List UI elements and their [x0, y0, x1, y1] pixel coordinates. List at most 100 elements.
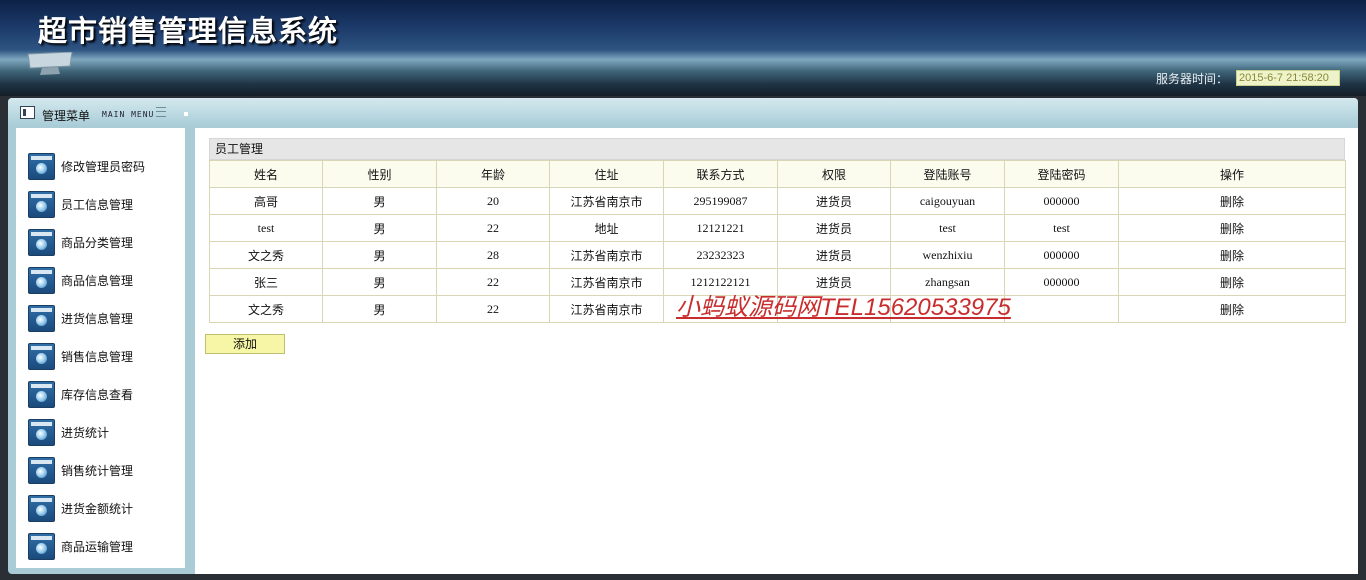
- window-icon: [28, 228, 55, 256]
- table-row: 文之秀 男 28 江苏省南京市 23232323 进货员 wenzhixiu 0…: [209, 241, 1346, 269]
- cell-name: 文之秀: [209, 295, 323, 323]
- cell-address: 江苏省南京市: [549, 268, 664, 296]
- table-row: test 男 22 地址 12121221 进货员 test test 删除: [209, 214, 1346, 242]
- column-header: 年龄: [436, 160, 550, 188]
- nav-item-label: 销售统计管理: [61, 463, 134, 478]
- server-time-value: 2015-6-7 21:58:20: [1236, 70, 1340, 86]
- table-row: 高哥 男 20 江苏省南京市 295199087 进货员 caigouyuan …: [209, 187, 1346, 215]
- nav-item-label: 商品运输管理: [61, 539, 134, 554]
- cell-age: 20: [436, 187, 550, 215]
- nav-item-label: 修改管理员密码: [61, 159, 146, 174]
- server-time-label: 服务器时间：: [1155, 71, 1228, 86]
- cell-gender: 男: [322, 241, 437, 269]
- watermark-text: 小蚂蚁源码网TEL15620533975: [676, 294, 1011, 321]
- add-button[interactable]: 添加: [205, 334, 285, 354]
- nav-item-sales-management[interactable]: 销售信息管理: [28, 342, 133, 370]
- cell-account: wenzhixiu: [890, 241, 1005, 269]
- nav-item-category-management[interactable]: 商品分类管理: [28, 228, 133, 256]
- cell-address: 地址: [549, 214, 664, 242]
- app-header: 超市销售管理信息系统 服务器时间： 2015-6-7 21:58:20: [0, 0, 1366, 96]
- window-icon: [28, 418, 55, 446]
- window-icon: [28, 456, 55, 484]
- cell-address: 江苏省南京市: [549, 187, 664, 215]
- cell-password: 000000: [1004, 241, 1119, 269]
- cell-password: [1004, 295, 1119, 323]
- column-header: 操作: [1118, 160, 1346, 188]
- cell-contact: 12121221: [663, 214, 778, 242]
- window-icon: [28, 152, 55, 180]
- cell-age: 28: [436, 241, 550, 269]
- delete-link[interactable]: 删除: [1118, 241, 1346, 269]
- cell-gender: 男: [322, 268, 437, 296]
- cell-name: 张三: [209, 268, 323, 296]
- cell-name: test: [209, 214, 323, 242]
- nav-item-change-admin-password[interactable]: 修改管理员密码: [28, 152, 145, 180]
- nav-item-label: 进货信息管理: [61, 311, 134, 326]
- cell-gender: 男: [322, 187, 437, 215]
- nav-item-label: 销售信息管理: [61, 349, 134, 364]
- cell-password: 000000: [1004, 187, 1119, 215]
- delete-link[interactable]: 删除: [1118, 268, 1346, 296]
- delete-link[interactable]: 删除: [1118, 295, 1346, 323]
- cell-address: 江苏省南京市: [549, 295, 664, 323]
- nav-item-label: 员工信息管理: [61, 197, 134, 212]
- cell-password: 000000: [1004, 268, 1119, 296]
- nav-item-label: 进货统计: [61, 425, 110, 440]
- column-header: 性别: [322, 160, 437, 188]
- content-area: 员工管理 姓名 性别 年龄 住址 联系方式 权限 登陆账号 登陆密码 操作 高哥…: [195, 128, 1358, 574]
- delete-link[interactable]: 删除: [1118, 214, 1346, 242]
- cell-password: test: [1004, 214, 1119, 242]
- column-header: 登陆账号: [890, 160, 1005, 188]
- nav-item-label: 库存信息查看: [61, 387, 134, 402]
- cell-contact: 295199087: [663, 187, 778, 215]
- menu-header: 管理菜单 MAIN MENU: [8, 98, 1358, 126]
- column-header: 权限: [777, 160, 891, 188]
- cell-contact: 23232323: [663, 241, 778, 269]
- nav-item-transport-management[interactable]: 商品运输管理: [28, 532, 133, 560]
- cell-name: 文之秀: [209, 241, 323, 269]
- column-header: 联系方式: [663, 160, 778, 188]
- sidebar: 修改管理员密码 员工信息管理 商品分类管理 商品信息管理 进货信息管理 销售信息…: [16, 128, 185, 568]
- cell-role: 进货员: [777, 187, 891, 215]
- window-icon: [28, 266, 55, 294]
- nav-item-sales-statistics[interactable]: 销售统计管理: [28, 456, 133, 484]
- window-icon: [28, 380, 55, 408]
- window-icon: [28, 304, 55, 332]
- window-icon: [28, 342, 55, 370]
- column-header: 登陆密码: [1004, 160, 1119, 188]
- main-frame: 管理菜单 MAIN MENU 修改管理员密码 员工信息管理 商品分类管理 商品信…: [8, 98, 1358, 574]
- menu-panel-icon: [20, 106, 35, 119]
- cell-account: test: [890, 214, 1005, 242]
- cell-address: 江苏省南京市: [549, 241, 664, 269]
- nav-item-product-management[interactable]: 商品信息管理: [28, 266, 133, 294]
- window-icon: [28, 494, 55, 522]
- nav-item-label: 进货金额统计: [61, 501, 134, 516]
- dot-icon: [184, 112, 188, 116]
- delete-link[interactable]: 删除: [1118, 187, 1346, 215]
- window-icon: [28, 190, 55, 218]
- cell-age: 22: [436, 268, 550, 296]
- app-title: 超市销售管理信息系统: [38, 14, 339, 48]
- cell-role: 进货员: [777, 214, 891, 242]
- nav-item-inventory-view[interactable]: 库存信息查看: [28, 380, 133, 408]
- cell-name: 高哥: [209, 187, 323, 215]
- nav-item-purchase-statistics[interactable]: 进货统计: [28, 418, 109, 446]
- cell-role: 进货员: [777, 241, 891, 269]
- cell-age: 22: [436, 214, 550, 242]
- nav-item-label: 商品分类管理: [61, 235, 134, 250]
- menu-toggle-icon[interactable]: [156, 107, 166, 117]
- cell-age: 22: [436, 295, 550, 323]
- menu-title: 管理菜单: [42, 109, 91, 123]
- cell-gender: 男: [322, 214, 437, 242]
- panel-title: 员工管理: [209, 138, 1345, 160]
- cell-gender: 男: [322, 295, 437, 323]
- nav-item-purchase-amount-statistics[interactable]: 进货金额统计: [28, 494, 133, 522]
- window-icon: [28, 532, 55, 560]
- cell-account: caigouyuan: [890, 187, 1005, 215]
- column-header: 住址: [549, 160, 664, 188]
- nav-item-employee-management[interactable]: 员工信息管理: [28, 190, 133, 218]
- menu-subtitle: MAIN MENU: [102, 110, 155, 119]
- nav-item-purchase-management[interactable]: 进货信息管理: [28, 304, 133, 332]
- column-header: 姓名: [209, 160, 323, 188]
- server-time: 服务器时间： 2015-6-7 21:58:20: [1156, 70, 1340, 86]
